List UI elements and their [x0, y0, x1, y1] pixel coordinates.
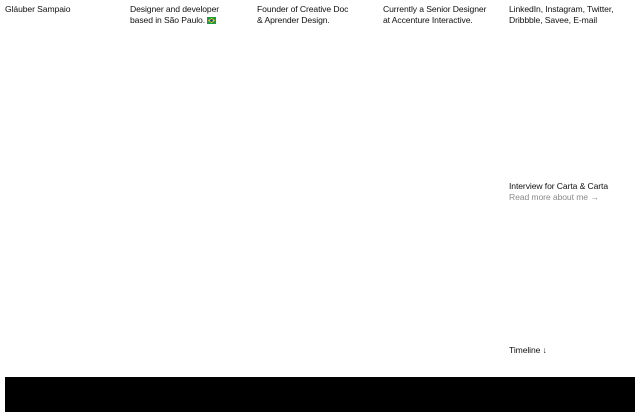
- social-links-row-2: Dribbble, Savee, E-mail: [509, 15, 613, 26]
- timeline-link[interactable]: Timeline ↓: [509, 345, 547, 356]
- current-role-block: Currently a Senior Designer at Accenture…: [383, 4, 486, 25]
- instagram-link[interactable]: Instagram: [545, 4, 582, 14]
- brazil-flag-icon: [207, 16, 217, 27]
- current-role-line-2: at Accenture Interactive.: [383, 14, 473, 25]
- bio-block: Designer and developer based in São Paul…: [130, 4, 219, 26]
- linkedin-link[interactable]: LinkedIn: [509, 4, 541, 14]
- dribbble-link[interactable]: Dribbble: [509, 15, 540, 25]
- site-name[interactable]: Gláuber Sampaio: [5, 4, 70, 15]
- site-name-text: Gláuber Sampaio: [5, 4, 71, 14]
- founder-line-2: & Aprender Design.: [257, 14, 330, 25]
- footer-black-bar: [5, 377, 635, 412]
- read-more-link[interactable]: Read more about me →: [509, 192, 608, 203]
- email-link[interactable]: E-mail: [573, 15, 597, 25]
- interview-title: Interview for Carta & Carta: [509, 181, 609, 191]
- separator: ,: [611, 4, 614, 14]
- current-role-line-1: Currently a Senior Designer: [383, 4, 487, 14]
- social-links-row-1: LinkedIn, Instagram, Twitter,: [509, 4, 614, 15]
- founder-block: Founder of Creative Doc & Aprender Desig…: [257, 4, 348, 25]
- interview-block: Interview for Carta & Carta Read more ab…: [509, 181, 608, 202]
- savee-link[interactable]: Savee: [545, 15, 569, 25]
- twitter-link[interactable]: Twitter: [587, 4, 611, 14]
- bio-line-2: based in São Paulo.: [130, 14, 206, 25]
- social-links: LinkedIn, Instagram, Twitter, Dribbble, …: [509, 4, 614, 26]
- founder-line-1: Founder of Creative Doc: [257, 4, 349, 14]
- bio-line-2-wrap: based in São Paulo.: [130, 15, 219, 27]
- bio-line-1: Designer and developer: [130, 4, 220, 14]
